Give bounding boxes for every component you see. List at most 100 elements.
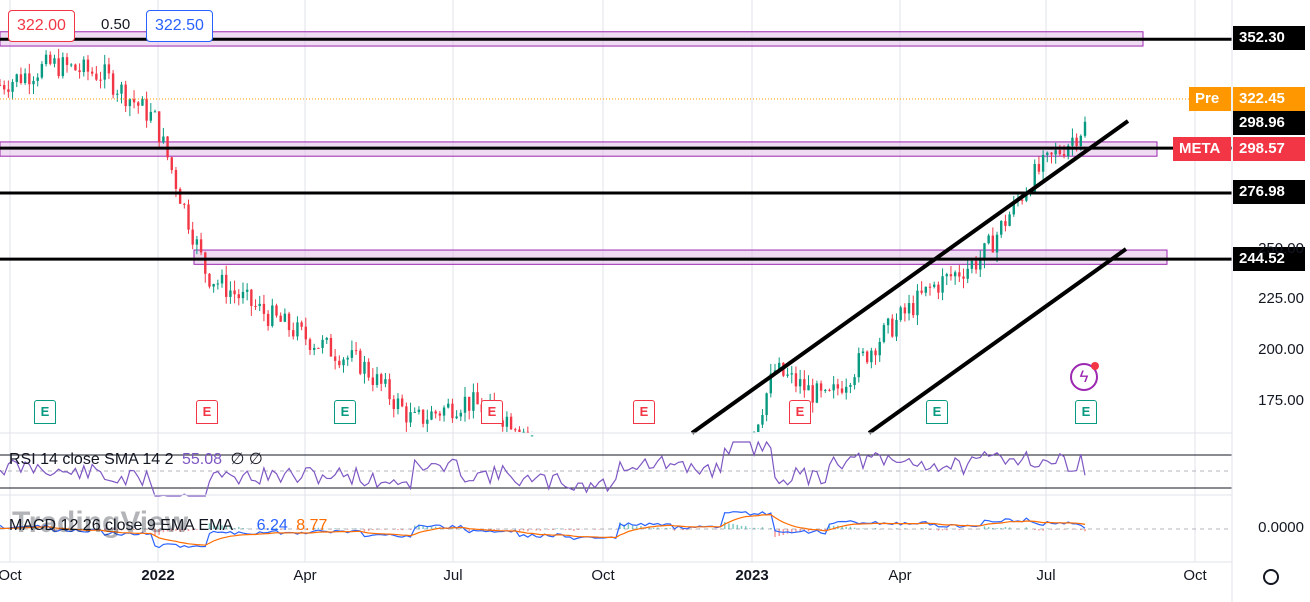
candle-body [865, 351, 869, 363]
sell-price-box[interactable]: 322.00 [8, 10, 75, 42]
earnings-marker-icon[interactable]: E [334, 400, 356, 424]
candle-body [824, 389, 827, 391]
buy-price: 322.50 [155, 17, 204, 34]
earnings-marker-icon[interactable]: E [34, 400, 56, 424]
candle-body [120, 84, 123, 94]
time-axis-label: Oct [591, 567, 615, 584]
candle-body [271, 305, 274, 326]
candle-body [836, 384, 840, 389]
level-tag-276: 276.98 [1233, 180, 1305, 204]
earnings-marker-icon[interactable]: E [633, 400, 655, 424]
candle-body [90, 71, 94, 74]
candle-body [882, 325, 886, 342]
buy-price-box[interactable]: 322.50 [146, 10, 213, 42]
candle-body [447, 403, 450, 408]
candle-body [903, 307, 907, 314]
candle-body [920, 290, 923, 293]
candle-body [467, 396, 471, 411]
earnings-marker-icon[interactable]: E [789, 400, 811, 424]
candle-body [392, 399, 395, 409]
macd-label: MACD 12 26 close 9 EMA EMA 6.24 8.77 [9, 517, 327, 535]
candle-body [74, 64, 77, 71]
candle-body [204, 252, 207, 274]
candle-body [78, 70, 81, 73]
candle-body [174, 170, 178, 189]
earnings-marker-icon[interactable]: E [1075, 400, 1097, 424]
candle-body [229, 290, 232, 297]
candle-body [141, 98, 144, 106]
candlesticks [0, 48, 1087, 437]
rsi-label: RSI 14 close SMA 14 2 55.08 ∅ ∅ [9, 449, 263, 469]
candle-body [891, 318, 894, 337]
candle-body [421, 409, 425, 424]
candle-body [899, 307, 902, 320]
candle-body [1058, 150, 1062, 155]
candle-body [149, 111, 153, 121]
candle-body [342, 359, 345, 366]
candle-body [530, 435, 534, 437]
candle-body [849, 385, 852, 387]
rsi-extra: ∅ [230, 451, 245, 468]
candle-body [1050, 152, 1053, 155]
candle-body [237, 294, 240, 299]
candle-body [216, 283, 220, 285]
price-chart[interactable] [0, 0, 1310, 602]
candle-body [317, 347, 320, 349]
candle-body [949, 274, 953, 277]
candle-body [832, 384, 835, 391]
signal-value: 8.77 [296, 517, 328, 534]
candle-body [0, 84, 2, 86]
candle-body [953, 272, 957, 277]
candle-body [987, 235, 990, 244]
earnings-marker-icon[interactable]: E [196, 400, 218, 424]
pre-market-price: 322.45 [1233, 87, 1305, 111]
candle-body [430, 411, 433, 420]
candle-body [388, 379, 391, 400]
candle-body [459, 412, 463, 417]
candle-body [53, 58, 56, 64]
candle-body [928, 286, 932, 288]
candle-body [958, 272, 961, 277]
macd-title: MACD 12 26 close 9 EMA EMA [9, 517, 233, 534]
time-axis-label: Jul [443, 567, 463, 584]
candle-body [1037, 163, 1041, 172]
candle-body [308, 339, 312, 350]
candle-body [966, 268, 969, 279]
rsi-extra: ∅ [248, 451, 263, 468]
candle-body [86, 59, 90, 72]
candle-body [907, 303, 911, 314]
candle-body [254, 305, 257, 307]
earnings-marker-icon[interactable]: E [926, 400, 948, 424]
candle-body [49, 54, 52, 64]
candle-body [945, 274, 948, 277]
candle-body [95, 73, 98, 80]
time-axis-label: Jul [1036, 567, 1056, 584]
candle-body [514, 429, 517, 431]
candle-body [505, 416, 509, 427]
time-axis-label: Apr [888, 567, 912, 584]
candle-body [19, 74, 23, 84]
candle-body [36, 77, 39, 81]
candle-body [974, 260, 978, 270]
candle-body [970, 260, 974, 269]
candle-body [380, 374, 383, 384]
candle-body [241, 291, 245, 299]
candle-body [1008, 214, 1011, 226]
candle-body [99, 79, 102, 81]
rsi-title: RSI 14 close SMA 14 2 [9, 451, 174, 468]
candle-body [937, 284, 940, 293]
candle-body [57, 58, 60, 77]
candle-body [434, 411, 437, 414]
candle-body [225, 274, 228, 297]
candle-body [811, 385, 814, 403]
candle-body [128, 99, 132, 107]
candle-body [853, 377, 856, 386]
candle-body [82, 59, 85, 73]
earnings-marker-icon[interactable]: E [481, 400, 503, 424]
price-axis-label: 200.00 [1258, 341, 1304, 358]
candle-body [472, 392, 475, 411]
candle-body [212, 284, 215, 287]
candle-body [1075, 137, 1078, 146]
channel-upper-line [690, 119, 1130, 435]
candle-body [371, 377, 375, 385]
